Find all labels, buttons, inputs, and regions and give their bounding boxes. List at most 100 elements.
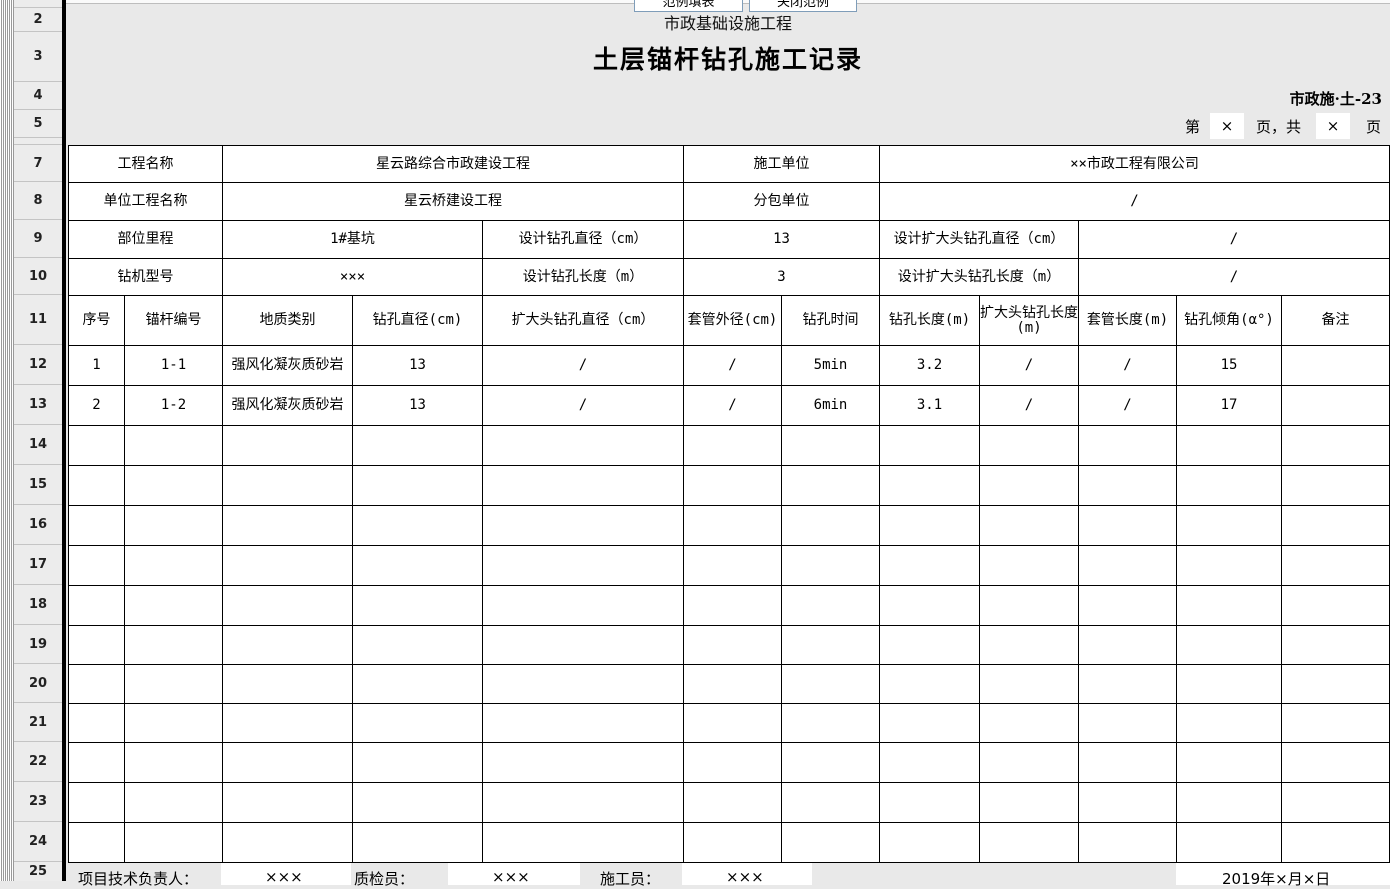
empty-cell[interactable]	[124, 703, 223, 743]
row-header[interactable]: 21	[14, 703, 62, 742]
cell-drill-length[interactable]: 3.1	[879, 385, 980, 426]
empty-cell[interactable]	[124, 425, 223, 466]
empty-cell[interactable]	[979, 505, 1079, 546]
empty-cell[interactable]	[352, 505, 483, 546]
empty-cell[interactable]	[1176, 425, 1282, 466]
cell-diameter[interactable]: 13	[352, 385, 483, 426]
cell-remark[interactable]	[1281, 385, 1390, 426]
row-header[interactable]: 13	[14, 385, 62, 425]
empty-cell[interactable]	[781, 742, 880, 783]
empty-cell[interactable]	[352, 425, 483, 466]
empty-cell[interactable]	[1176, 625, 1282, 665]
date-field[interactable]: 2019年×月×日	[1176, 863, 1390, 888]
empty-cell[interactable]	[124, 505, 223, 546]
empty-cell[interactable]	[1176, 505, 1282, 546]
empty-cell[interactable]	[352, 585, 483, 626]
cell-casing-length[interactable]: /	[1078, 345, 1177, 386]
empty-cell[interactable]	[781, 545, 880, 586]
row-header[interactable]: 14	[14, 425, 62, 465]
empty-cell[interactable]	[683, 425, 782, 466]
location-value[interactable]: 1#基坑	[222, 220, 483, 259]
empty-cell[interactable]	[1281, 664, 1390, 704]
empty-cell[interactable]	[352, 822, 483, 863]
contractor-value[interactable]: ××市政工程有限公司	[879, 145, 1390, 183]
empty-cell[interactable]	[68, 465, 125, 506]
empty-cell[interactable]	[124, 545, 223, 586]
row-header[interactable]: 25	[14, 862, 62, 881]
empty-cell[interactable]	[482, 782, 684, 823]
empty-cell[interactable]	[979, 703, 1079, 743]
empty-cell[interactable]	[1176, 742, 1282, 783]
empty-cell[interactable]	[781, 664, 880, 704]
empty-cell[interactable]	[482, 822, 684, 863]
empty-cell[interactable]	[222, 742, 353, 783]
empty-cell[interactable]	[879, 703, 980, 743]
empty-cell[interactable]	[68, 625, 125, 665]
empty-cell[interactable]	[781, 625, 880, 665]
cell-geology[interactable]: 强风化凝灰质砂岩	[222, 385, 353, 426]
empty-cell[interactable]	[482, 664, 684, 704]
empty-cell[interactable]	[1281, 425, 1390, 466]
empty-cell[interactable]	[683, 703, 782, 743]
empty-cell[interactable]	[1078, 703, 1177, 743]
cell-remark[interactable]	[1281, 345, 1390, 386]
empty-cell[interactable]	[222, 425, 353, 466]
empty-cell[interactable]	[222, 505, 353, 546]
empty-cell[interactable]	[1078, 545, 1177, 586]
empty-cell[interactable]	[1281, 585, 1390, 626]
design-length-value[interactable]: 3	[683, 258, 880, 296]
empty-cell[interactable]	[1078, 505, 1177, 546]
empty-cell[interactable]	[879, 585, 980, 626]
empty-cell[interactable]	[68, 664, 125, 704]
empty-cell[interactable]	[781, 782, 880, 823]
empty-cell[interactable]	[1281, 465, 1390, 506]
empty-cell[interactable]	[979, 465, 1079, 506]
cell-seq[interactable]: 2	[68, 385, 125, 426]
project-name-value[interactable]: 星云路综合市政建设工程	[222, 145, 684, 183]
row-header-6[interactable]	[14, 138, 62, 145]
empty-cell[interactable]	[1281, 822, 1390, 863]
empty-cell[interactable]	[352, 782, 483, 823]
cell-expanded-length[interactable]: /	[979, 385, 1079, 426]
empty-cell[interactable]	[124, 742, 223, 783]
empty-cell[interactable]	[124, 465, 223, 506]
row-header[interactable]: 2	[14, 8, 62, 32]
empty-cell[interactable]	[1176, 664, 1282, 704]
subcontractor-value[interactable]: /	[879, 182, 1390, 221]
cell-angle[interactable]: 15	[1176, 345, 1282, 386]
empty-cell[interactable]	[222, 703, 353, 743]
empty-cell[interactable]	[781, 425, 880, 466]
row-header[interactable]: 17	[14, 545, 62, 585]
row-header[interactable]: 9	[14, 220, 62, 258]
empty-cell[interactable]	[979, 585, 1079, 626]
row-header[interactable]: 10	[14, 258, 62, 295]
row-header[interactable]: 12	[14, 345, 62, 385]
empty-cell[interactable]	[222, 585, 353, 626]
empty-cell[interactable]	[68, 425, 125, 466]
empty-cell[interactable]	[124, 585, 223, 626]
empty-cell[interactable]	[482, 505, 684, 546]
row-header[interactable]: 5	[14, 110, 62, 138]
empty-cell[interactable]	[352, 703, 483, 743]
empty-cell[interactable]	[482, 742, 684, 783]
row-header[interactable]: 18	[14, 585, 62, 625]
empty-cell[interactable]	[879, 505, 980, 546]
empty-cell[interactable]	[683, 585, 782, 626]
empty-cell[interactable]	[352, 664, 483, 704]
empty-cell[interactable]	[222, 782, 353, 823]
empty-cell[interactable]	[781, 585, 880, 626]
empty-cell[interactable]	[1176, 782, 1282, 823]
empty-cell[interactable]	[124, 664, 223, 704]
row-header[interactable]: 3	[14, 32, 62, 82]
page-current[interactable]: ×	[1210, 113, 1244, 139]
empty-cell[interactable]	[781, 822, 880, 863]
empty-cell[interactable]	[879, 782, 980, 823]
empty-cell[interactable]	[222, 465, 353, 506]
empty-cell[interactable]	[482, 465, 684, 506]
empty-cell[interactable]	[68, 505, 125, 546]
row-header[interactable]: 20	[14, 664, 62, 703]
cell-seq[interactable]: 1	[68, 345, 125, 386]
empty-cell[interactable]	[222, 625, 353, 665]
worker-field[interactable]: ×××	[682, 863, 812, 886]
empty-cell[interactable]	[352, 625, 483, 665]
